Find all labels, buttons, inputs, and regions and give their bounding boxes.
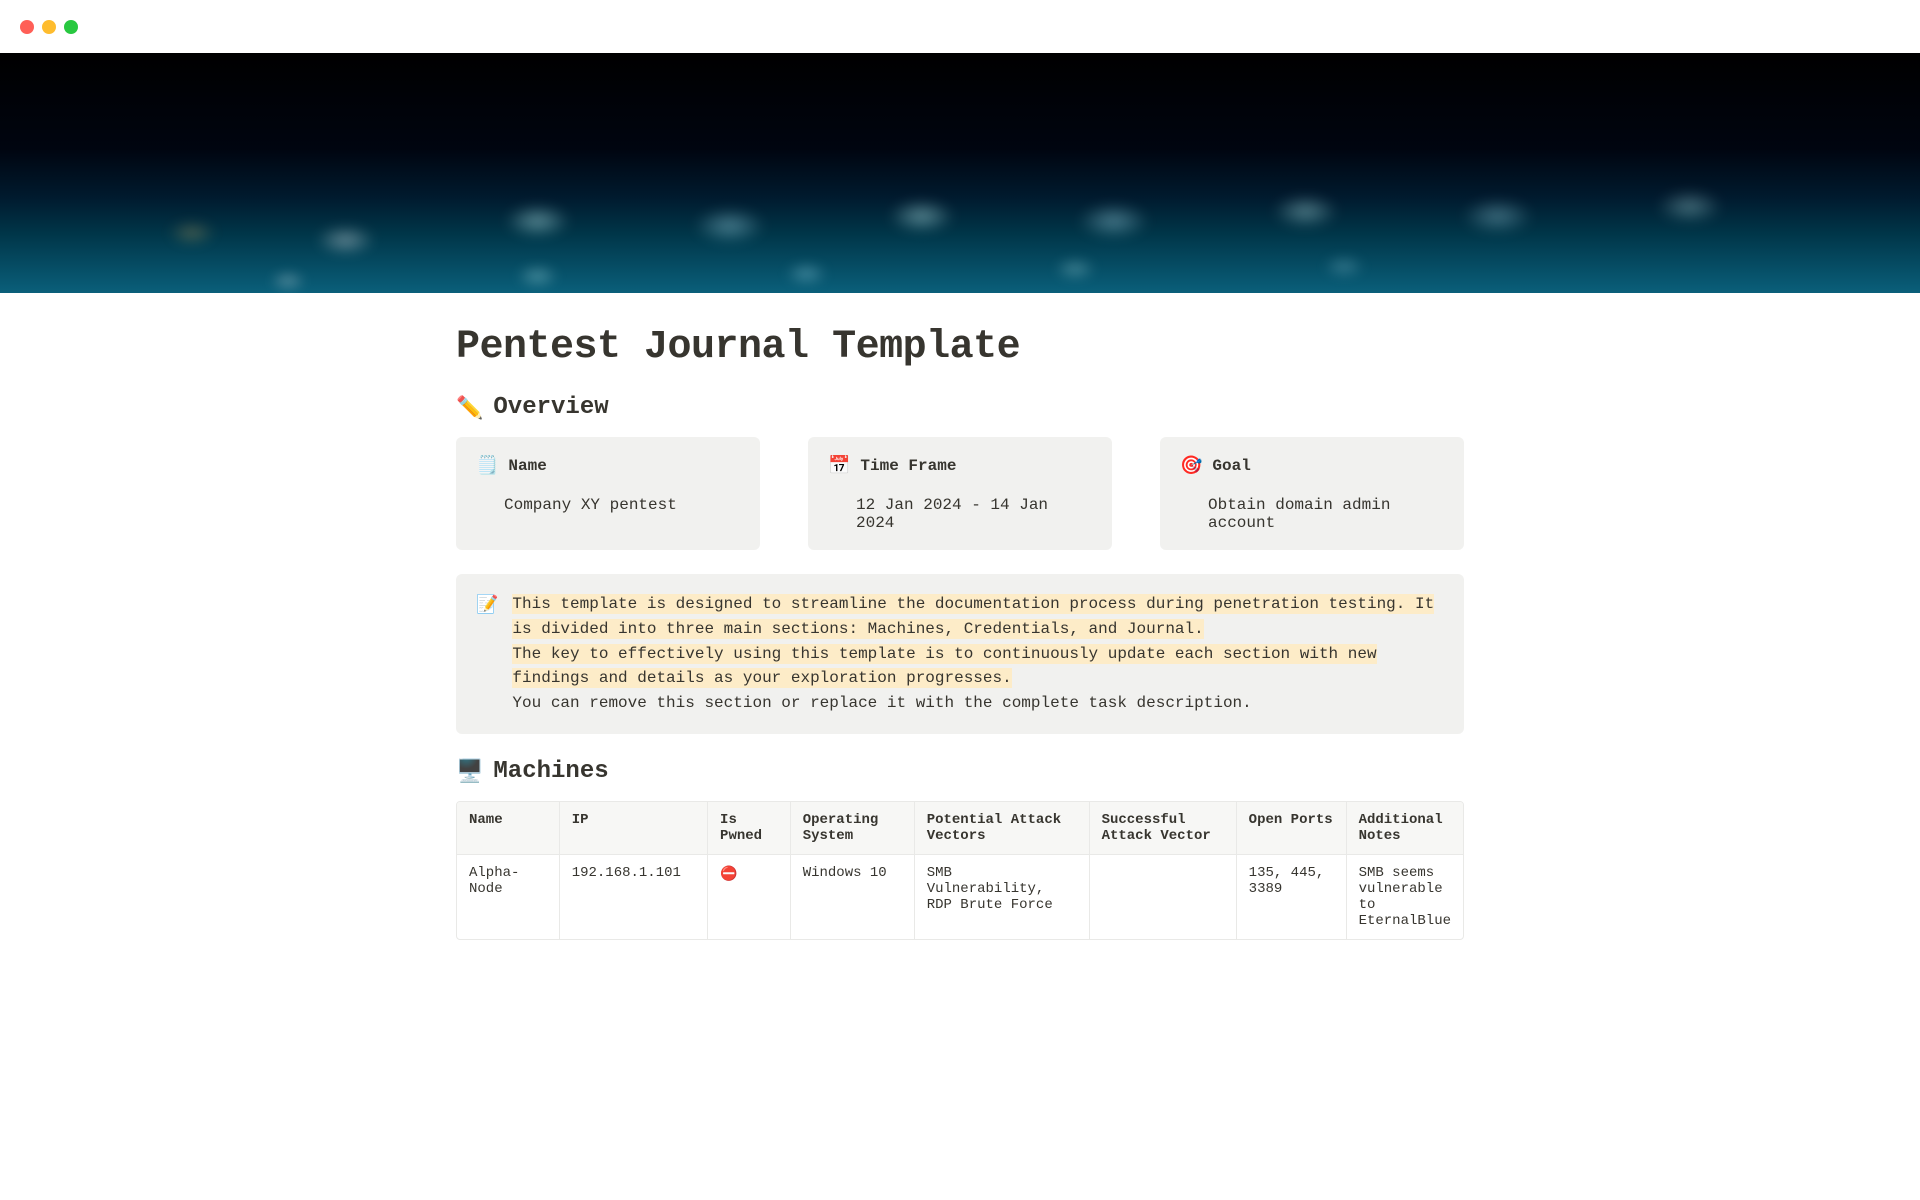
window-chrome (0, 0, 1920, 53)
cell-sav[interactable] (1089, 854, 1236, 939)
col-pav[interactable]: Potential Attack Vectors (914, 802, 1089, 855)
col-name[interactable]: Name (457, 802, 559, 855)
col-pwned[interactable]: Is Pwned (708, 802, 791, 855)
machines-heading-text: Machines (493, 758, 608, 785)
cell-pwned[interactable]: ⛔ (708, 854, 791, 939)
cell-pav[interactable]: SMB Vulnerability, RDP Brute Force (914, 854, 1089, 939)
name-card-value[interactable]: Company XY pentest (476, 496, 740, 514)
goal-card[interactable]: 🎯 Goal Obtain domain admin account (1160, 437, 1464, 550)
page-title[interactable]: Pentest Journal Template (456, 325, 1464, 370)
name-card[interactable]: 🗒️ Name Company XY pentest (456, 437, 760, 550)
col-ports[interactable]: Open Ports (1236, 802, 1346, 855)
timeframe-card[interactable]: 📅 Time Frame 12 Jan 2024 - 14 Jan 2024 (808, 437, 1112, 550)
cell-notes[interactable]: SMB seems vulnerable to EternalBlue (1346, 854, 1463, 939)
table-header-row: Name IP Is Pwned Operating System Potent… (457, 802, 1463, 855)
callout-body[interactable]: This template is designed to streamline … (512, 592, 1444, 716)
col-notes[interactable]: Additional Notes (1346, 802, 1463, 855)
minimize-icon[interactable] (42, 20, 56, 34)
memo-icon: 📝 (476, 592, 498, 716)
target-icon: 🎯 (1180, 455, 1202, 476)
cover-image[interactable] (0, 53, 1920, 293)
goal-card-value[interactable]: Obtain domain admin account (1180, 496, 1444, 532)
cell-ports[interactable]: 135, 445, 3389 (1236, 854, 1346, 939)
cell-name[interactable]: Alpha-Node (457, 854, 559, 939)
page-content: Pentest Journal Template ✏️ Overview 🗒️ … (360, 325, 1560, 940)
table-row[interactable]: Alpha-Node 192.168.1.101 ⛔ Windows 10 SM… (457, 854, 1463, 939)
close-icon[interactable] (20, 20, 34, 34)
name-card-label: Name (508, 457, 546, 475)
machines-table[interactable]: Name IP Is Pwned Operating System Potent… (457, 802, 1463, 939)
info-callout[interactable]: 📝 This template is designed to streamlin… (456, 574, 1464, 734)
goal-card-label: Goal (1212, 457, 1250, 475)
calendar-icon: 📅 (828, 455, 850, 476)
col-ip[interactable]: IP (559, 802, 707, 855)
machines-table-wrap: Name IP Is Pwned Operating System Potent… (456, 801, 1464, 940)
cell-os[interactable]: Windows 10 (790, 854, 914, 939)
machines-heading: 🖥️ Machines (456, 758, 1464, 785)
timeframe-card-value[interactable]: 12 Jan 2024 - 14 Jan 2024 (828, 496, 1092, 532)
cell-ip[interactable]: 192.168.1.101 (559, 854, 707, 939)
col-sav[interactable]: Successful Attack Vector (1089, 802, 1236, 855)
col-os[interactable]: Operating System (790, 802, 914, 855)
overview-heading: ✏️ Overview (456, 394, 1464, 421)
callout-line-1: This template is designed to streamline … (512, 594, 1434, 639)
pencil-icon: ✏️ (456, 395, 483, 421)
maximize-icon[interactable] (64, 20, 78, 34)
callout-line-2: The key to effectively using this templa… (512, 644, 1376, 689)
desktop-icon: 🖥️ (456, 758, 483, 784)
callout-line-3: You can remove this section or replace i… (512, 694, 1251, 712)
overview-cards: 🗒️ Name Company XY pentest 📅 Time Frame … (456, 437, 1464, 550)
overview-heading-text: Overview (493, 394, 608, 421)
timeframe-card-label: Time Frame (860, 457, 956, 475)
notepad-icon: 🗒️ (476, 455, 498, 476)
